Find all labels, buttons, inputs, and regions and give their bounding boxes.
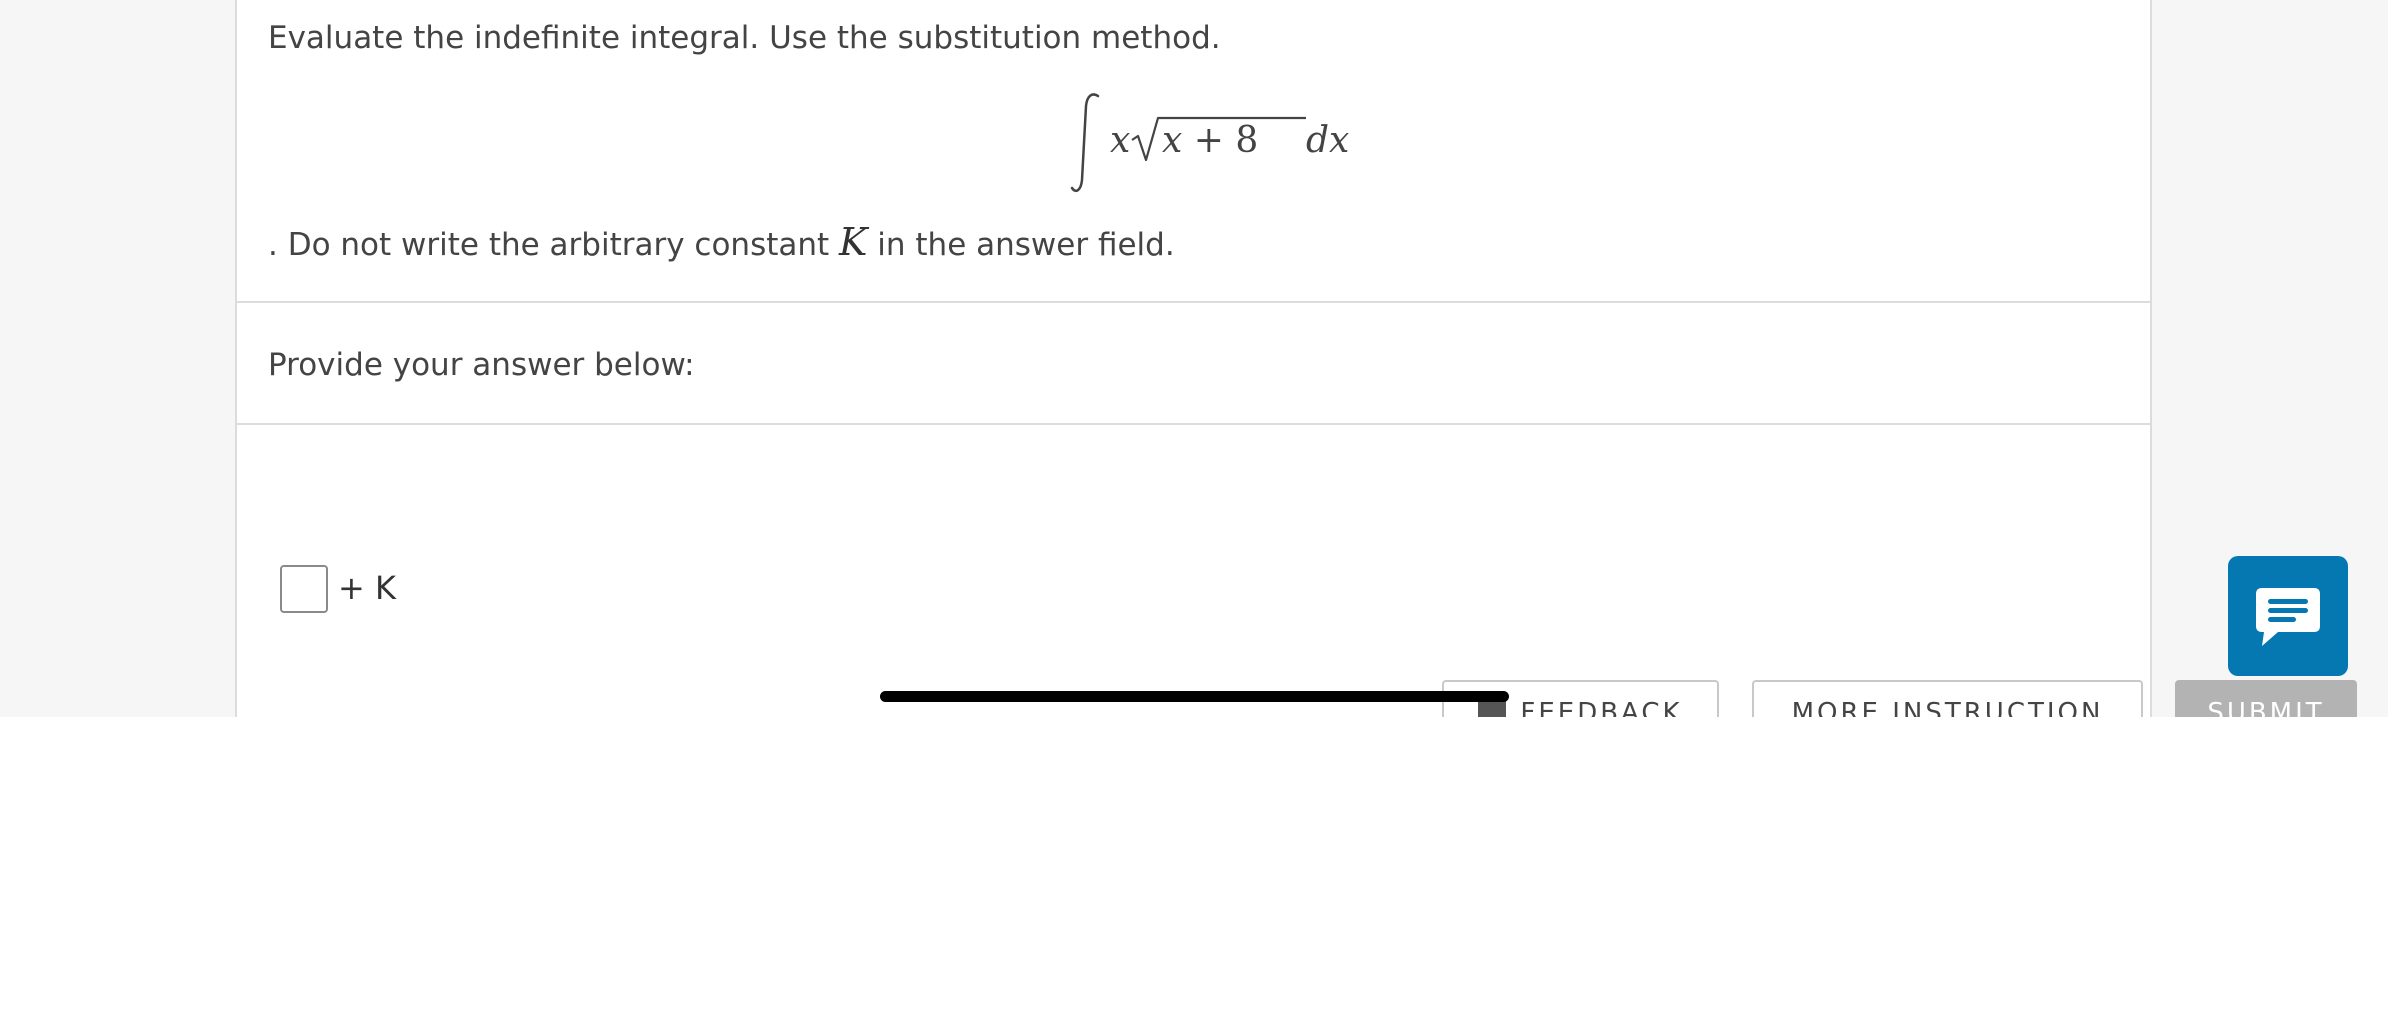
submit-button[interactable]: SUBMIT [2175,680,2357,717]
answer-input[interactable] [280,565,328,613]
chat-bubble-icon [2256,588,2320,646]
answer-prompt: Provide your answer below: [268,347,695,383]
page-viewport: Evaluate the indefinite integral. Use th… [0,0,2388,717]
constant-suffix: + K [338,569,396,607]
answer-section: + K [237,425,2150,717]
question-instruction: Evaluate the indefinite integral. Use th… [268,20,1221,56]
integral-expression: x x + 8 dx [1070,90,1349,200]
question-section: Evaluate the indefinite integral. Use th… [237,0,2150,303]
question-note-suffix: in the answer field. [867,227,1175,263]
answer-prompt-section: Provide your answer below: [237,303,2150,425]
svg-text:dx: dx [1306,120,1349,161]
question-card: Evaluate the indefinite integral. Use th… [235,0,2357,717]
svg-text:x: x [1110,120,1130,161]
scroll-indicator[interactable] [880,691,1509,702]
question-note-prefix: . Do not write the arbitrary constant [268,227,840,263]
question-note: . Do not write the arbitrary constant K … [268,222,1175,265]
feedback-button-label: FEEDBACK [1520,698,1683,717]
more-instruction-button[interactable]: MORE INSTRUCTION [1752,680,2143,717]
svg-text:x + 8: x + 8 [1162,120,1258,161]
chat-button[interactable] [2228,556,2348,676]
constant-symbol: K [839,220,868,264]
